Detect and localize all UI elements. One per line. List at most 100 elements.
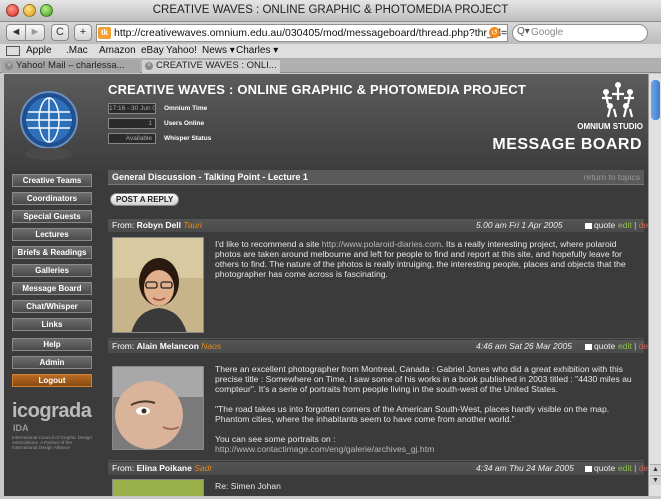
portrait-image (113, 238, 203, 332)
edit-link[interactable]: edit (618, 220, 632, 230)
sidebar-item-creative-teams[interactable]: Creative Teams (12, 174, 92, 187)
thread-title: General Discussion - Talking Point - Lec… (112, 172, 308, 182)
reload-button[interactable]: C (51, 24, 69, 41)
close-tab-icon[interactable]: × (5, 62, 13, 70)
post-header: From: Robyn Dell Tauri 5.00 am Fri 1 Apr… (108, 219, 648, 232)
site-title: CREATIVE WAVES : ONLINE GRAPHIC & PHOTOM… (108, 82, 527, 97)
bookmark-charles[interactable]: Charles ▾ (236, 44, 278, 58)
author-photo (112, 366, 204, 450)
icograda-logo: icograda (12, 400, 92, 422)
open-book-icon[interactable] (6, 46, 20, 56)
sidebar-item-coordinators[interactable]: Coordinators (12, 192, 92, 205)
edit-delete-links: edit | delete (618, 462, 648, 475)
post: From: Elina Poikane Sadr 4:34 am Thu 24 … (108, 462, 648, 496)
window-title: CREATIVE WAVES : ONLINE GRAPHIC & PHOTOM… (152, 4, 509, 16)
quote-button[interactable]: quote (585, 219, 615, 232)
quote-label: quote (594, 463, 616, 473)
back-button[interactable]: ◄ (6, 24, 26, 41)
delete-link[interactable]: delete (639, 220, 648, 230)
bookmark-ebay[interactable]: eBay (141, 44, 164, 58)
search-icon: Q▾ (517, 26, 530, 37)
sidebar-item-galleries[interactable]: Galleries (12, 264, 92, 277)
from-label: From: (112, 341, 135, 351)
quote-icon (585, 222, 592, 229)
tab-yahoo-mail[interactable]: × Yahoo! Mail – charlessa... (2, 60, 140, 73)
quote-label: quote (594, 341, 616, 351)
bookmarks-bar: Apple .Mac Amazon eBay Yahoo! News ▾ Cha… (0, 44, 661, 59)
post-author[interactable]: Elina Poikane (137, 463, 192, 473)
close-tab-icon[interactable]: × (145, 62, 153, 70)
post-paragraph: There an excellent photographer from Mon… (215, 364, 632, 394)
thread-bar: General Discussion - Talking Point - Lec… (108, 170, 644, 185)
post-from: From: Robyn Dell Tauri (112, 219, 202, 232)
address-field[interactable]: http://creativewaves.omnium.edu.au/03040… (96, 24, 508, 42)
delete-link[interactable]: delete (639, 341, 648, 351)
post-date: 5.00 am Fri 1 Apr 2005 (476, 220, 563, 230)
post-link[interactable]: http://www.polaroid-diaries.com (322, 239, 441, 249)
whisper-status-label: Whisper Status (164, 135, 212, 142)
add-bookmark-button[interactable]: + (74, 24, 92, 41)
site-header: CREATIVE WAVES : ONLINE GRAPHIC & PHOTOM… (4, 74, 648, 170)
post-link[interactable]: http://www.contactimage.com/eng/galerie/… (215, 444, 640, 454)
scroll-up-icon[interactable]: ▲ (650, 464, 661, 474)
post-paragraph: "The road takes us into forgotten corner… (215, 404, 610, 424)
bookmark-apple[interactable]: Apple (26, 44, 52, 58)
edit-link[interactable]: edit (618, 341, 632, 351)
title-bar: CREATIVE WAVES : ONLINE GRAPHIC & PHOTOM… (0, 0, 661, 22)
edit-delete-links: edit | delete (618, 219, 648, 232)
post-author[interactable]: Alain Melancon (137, 341, 199, 351)
divider (108, 338, 644, 339)
sidebar-item-chat-whisper[interactable]: Chat/Whisper (12, 300, 92, 313)
from-label: From: (112, 463, 135, 473)
globe-logo-icon (20, 91, 78, 160)
users-online-label: Users Online (164, 120, 205, 127)
post-reply-button[interactable]: POST A REPLY (110, 193, 180, 206)
post-from: From: Alain Melancon Naos (112, 340, 221, 353)
post-location: Naos (201, 341, 222, 351)
bookmark-amazon[interactable]: Amazon (99, 44, 136, 58)
sidebar-item-special-guests[interactable]: Special Guests (12, 210, 92, 223)
post-body: There an excellent photographer from Mon… (215, 364, 640, 454)
sidebar-item-message-board[interactable]: Message Board (12, 282, 92, 295)
quote-button[interactable]: quote (585, 462, 615, 475)
post-location: Sadr (194, 463, 213, 473)
quote-icon (585, 465, 592, 472)
scroll-down-icon[interactable]: ▼ (650, 475, 661, 485)
sidebar-item-admin[interactable]: Admin (12, 356, 92, 369)
sidebar-item-lectures[interactable]: Lectures (12, 228, 92, 241)
post-header: From: Alain Melancon Naos 4:46 am Sat 26… (108, 340, 648, 353)
ida-logo: IDA (13, 423, 29, 433)
whisper-status-value[interactable]: Available (108, 133, 156, 144)
sidebar-item-briefs-readings[interactable]: Briefs & Readings (12, 246, 92, 259)
web-page: CREATIVE WAVES : ONLINE GRAPHIC & PHOTOM… (4, 74, 648, 496)
post-date: 4:34 am Thu 24 Mar 2005 (476, 463, 574, 473)
snapback-icon[interactable]: ↺ (489, 27, 500, 38)
browser-toolbar: ◄ ► C + http://creativewaves.omnium.edu.… (0, 22, 661, 44)
sidebar-item-logout[interactable]: Logout (12, 374, 92, 387)
bookmark-mac[interactable]: .Mac (66, 44, 88, 58)
quote-label: quote (594, 220, 616, 230)
tab-creative-waves[interactable]: × CREATIVE WAVES : ONLI... (142, 60, 280, 73)
page-title: MESSAGE BOARD (492, 136, 642, 153)
vertical-scrollbar[interactable]: ▲ ▼ (648, 74, 661, 496)
browser-window: CREATIVE WAVES : ONLINE GRAPHIC & PHOTOM… (0, 0, 661, 499)
portrait-image (113, 367, 203, 449)
post-body: I'd like to recommend a site http://www.… (215, 239, 640, 279)
delete-link[interactable]: delete (639, 463, 648, 473)
bookmark-news[interactable]: News ▾ (202, 44, 235, 58)
icograda-caption: International Council of Graphic Design … (12, 435, 92, 451)
quote-icon (585, 343, 592, 350)
post-text: Re: Simen Johan (215, 481, 281, 491)
return-to-topics-link[interactable]: return to topics (584, 172, 640, 182)
post-author[interactable]: Robyn Dell (137, 220, 181, 230)
divider (108, 460, 644, 461)
sidebar-item-help[interactable]: Help (12, 338, 92, 351)
scrollbar-thumb[interactable] (651, 80, 660, 120)
edit-link[interactable]: edit (618, 463, 632, 473)
bookmark-yahoo[interactable]: Yahoo! (166, 44, 197, 58)
post-location: Tauri (183, 220, 202, 230)
search-input[interactable]: Google (512, 24, 648, 42)
sidebar-item-links[interactable]: Links (12, 318, 92, 331)
forward-button[interactable]: ► (25, 24, 45, 41)
quote-button[interactable]: quote (585, 340, 615, 353)
